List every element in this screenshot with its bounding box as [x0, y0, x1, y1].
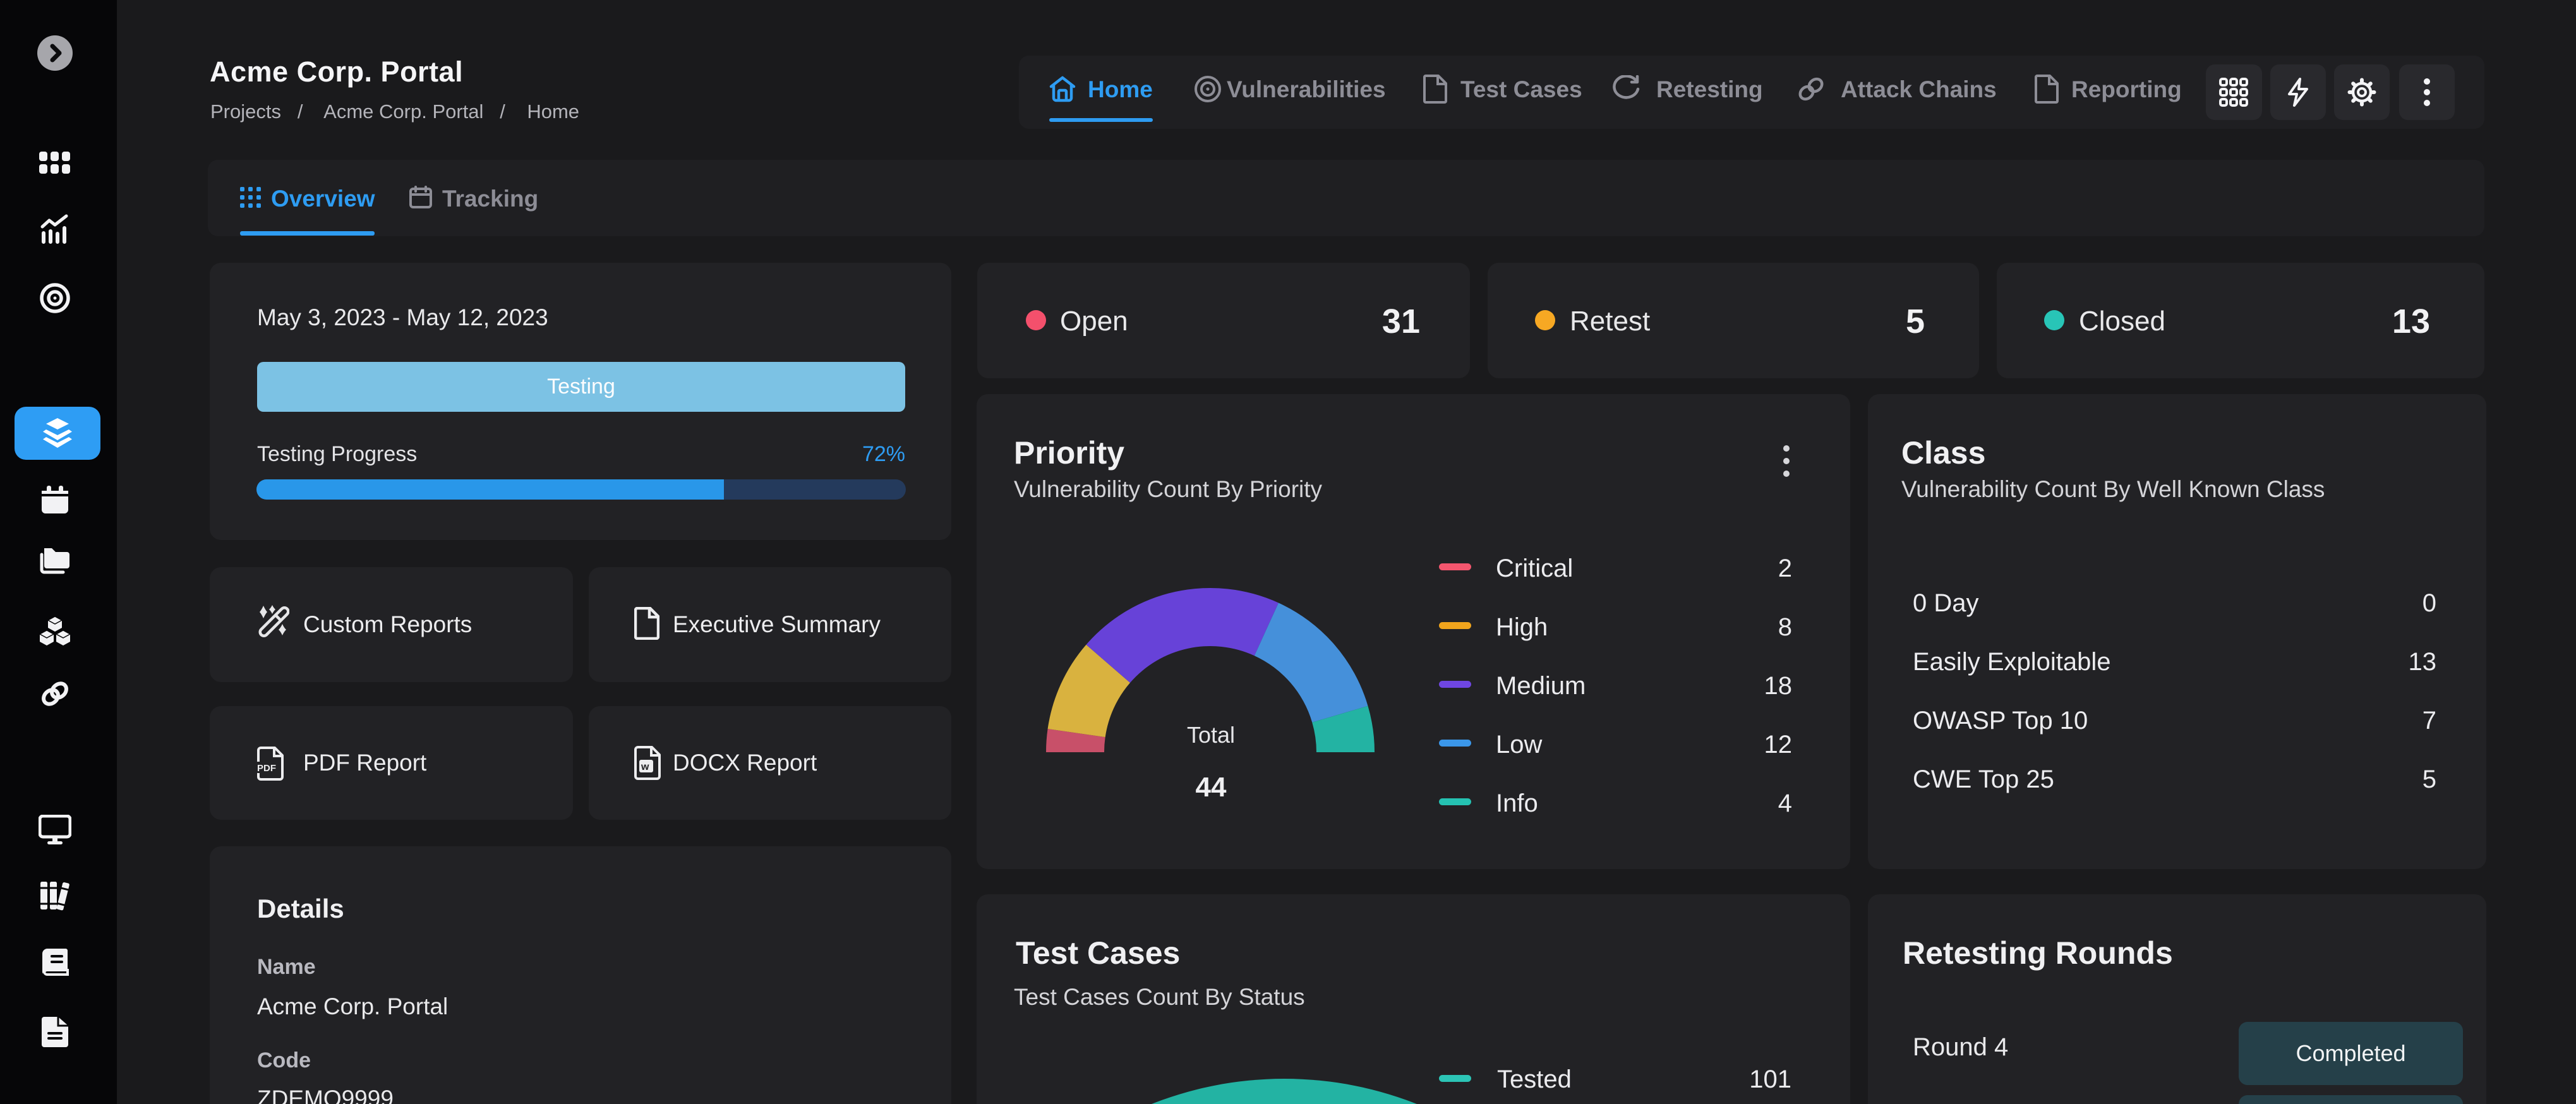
svg-text:PDF: PDF [257, 763, 276, 774]
svg-text:w: w [641, 762, 649, 772]
